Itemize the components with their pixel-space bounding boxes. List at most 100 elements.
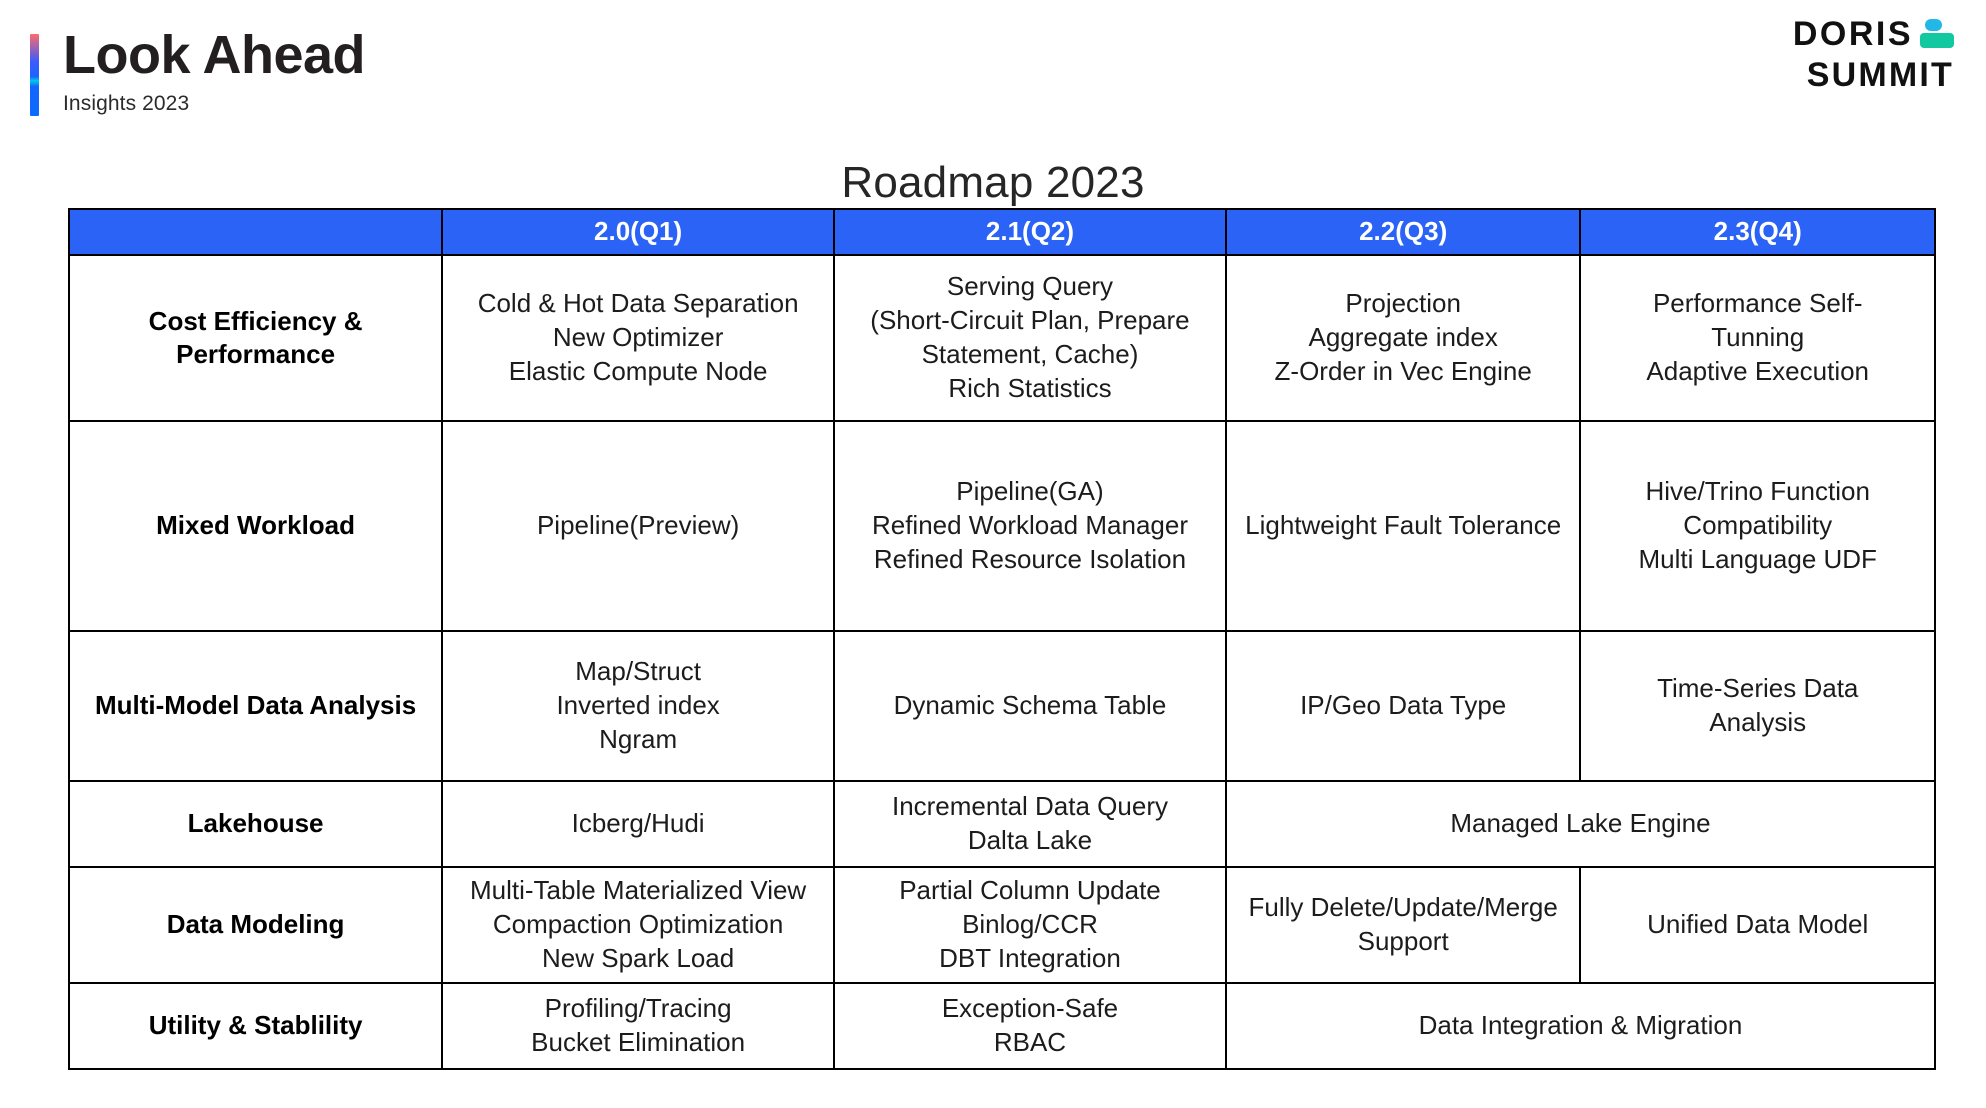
table-row: Data Modeling Multi-Table Materialized V… [67,866,1936,984]
row-label-utility-stability: Utility & Stablility [67,982,444,1070]
cell-lakehouse-q2: Incremental Data Query Dalta Lake [833,780,1227,868]
cell-data-modeling-q2: Partial Column Update Binlog/CCR DBT Integ… [833,866,1227,984]
cell-text-line: Partial Column Update [899,875,1161,906]
cell-text-line: Exception-Safe [941,993,1119,1024]
logo-icon-bottom-shape [1920,33,1954,48]
table-header-q1: 2.0(Q1) [441,208,836,256]
cell-text-line: Cost Efficiency & Performance [148,305,363,369]
roadmap-table-body: Cost Efficiency & Performance Cold & Hot… [67,254,1937,1070]
table-row: Utility & Stablility Profiling/Tracing Bu… [67,982,1937,1070]
cell-text-line: Compatibility [1683,510,1833,541]
title-text-wrap: Look Ahead Insights 2023 [63,25,366,116]
cell-data-modeling-q1: Multi-Table Materialized View Compaction … [441,866,836,984]
cell-text-line: Lightweight Fault Tolerance [1245,510,1562,541]
cell-mixed-workload-q4: Hive/Trino Function Compatibility Multi La… [1579,420,1936,632]
cell-cost-efficiency-q1: Cold & Hot Data Separation New Optimizer E… [441,254,836,422]
logo-top-row: DORIS [1793,17,1954,51]
cell-text-line: Support [1357,926,1449,956]
cell-mixed-workload-q2: Pipeline(GA) Refined Workload Manager Refi… [833,420,1227,632]
cell-multi-model-q4: Time-Series Data Analysis [1579,630,1936,782]
slide-header: Look Ahead Insights 2023 DORIS SUMMIT [0,0,1986,140]
cell-cost-efficiency-q4: Performance Self- Tunning Adaptive Executi… [1579,254,1936,422]
table-header-q2: 2.1(Q2) [833,208,1227,256]
cell-text-line: Map/Struct [575,656,701,687]
cell-utility-q1: Profiling/Tracing Bucket Elimination [441,982,836,1070]
row-label-data-modeling: Data Modeling [67,866,444,984]
cell-text-line: Refined Resource Isolation [873,543,1187,574]
cell-text-line: (Short-Circuit Plan, Prepare [870,305,1190,336]
cell-text-line: Aggregate index [1308,322,1498,353]
cell-text-line: Fully Delete/Update/Merge [1248,892,1558,923]
cell-text-line: New Optimizer [552,322,724,353]
cell-text-line: Unified Data Model [1647,909,1869,940]
roadmap-table-container: 2.0(Q1) 2.1(Q2) 2.2(Q3) 2.3(Q4) Cost Eff… [67,208,1937,1070]
cell-text-line: IP/Geo Data Type [1300,690,1507,721]
cell-text-line: Pipeline(Preview) [536,510,740,541]
table-row: Cost Efficiency & Performance Cold & Hot… [67,254,1936,422]
cell-multi-model-q2: Dynamic Schema Table [833,630,1227,782]
cell-text-line: Lakehouse [187,808,324,839]
cell-text-line: New Spark Load [542,942,735,973]
table-header-corner [67,208,444,256]
cell-text-line: Profiling/Tracing [544,993,732,1024]
doris-summit-logo: DORIS SUMMIT [1793,17,1954,92]
cell-text-line: Adaptive Execution [1646,355,1870,386]
cell-text-line: Utility & Stablility [148,1010,363,1041]
cell-text-line: DBT Integration [939,942,1121,973]
cell-text-line: Managed Lake Engine [1450,808,1711,839]
roadmap-table-head: 2.0(Q1) 2.1(Q2) 2.2(Q3) 2.3(Q4) [67,208,1936,256]
cell-data-modeling-q4: Unified Data Model [1579,866,1936,984]
cell-text-line: Refined Workload Manager [871,510,1188,541]
cell-text-line: Multi Language UDF [1638,543,1877,574]
accent-bar-decoration [30,34,39,116]
table-header-q4: 2.3(Q4) [1579,208,1936,256]
cell-utility-q2: Exception-Safe RBAC [833,982,1227,1070]
cell-text-line: Multi-Table Materialized View [470,875,807,906]
row-label-lakehouse: Lakehouse [67,780,444,868]
row-label-multi-model-data-analysis: Multi-Model Data Analysis [67,630,444,782]
cell-text-line: Rich Statistics [948,372,1112,403]
cell-text-line: Inverted index [556,690,720,721]
cell-text-line: Dynamic Schema Table [893,690,1167,721]
page-title: Look Ahead [63,25,366,85]
cell-text-line: Binlog/CCR [962,909,1098,940]
cell-lakehouse-q1: Icberg/Hudi [441,780,836,868]
logo-wordmark-doris: DORIS [1792,15,1913,53]
cell-cost-efficiency-q2: Serving Query (Short-Circuit Plan, Prepar… [833,254,1227,422]
cell-data-modeling-q3: Fully Delete/Update/Merge Support [1224,866,1582,984]
cell-mixed-workload-q3: Lightweight Fault Tolerance [1224,420,1582,632]
cell-text-line: Z-Order in Vec Engine [1274,355,1532,386]
cell-text-line: Serving Query [946,271,1114,302]
table-header-row: 2.0(Q1) 2.1(Q2) 2.2(Q3) 2.3(Q4) [67,208,1936,256]
table-row: Multi-Model Data Analysis Map/Struct Inve… [67,630,1936,782]
cell-text-line: Hive/Trino Function [1645,476,1870,507]
cell-text-line: Time-Series Data [1657,673,1859,704]
roadmap-table: 2.0(Q1) 2.1(Q2) 2.2(Q3) 2.3(Q4) Cost Eff… [67,208,1937,1070]
cell-text-line: Dalta Lake [967,825,1093,855]
cell-text-line: Bucket Elimination [531,1027,746,1057]
cell-text-line: Elastic Compute Node [508,355,768,386]
page-subtitle: Insights 2023 [63,92,190,116]
roadmap-heading: Roadmap 2023 [841,158,1145,207]
cell-multi-model-q3: IP/Geo Data Type [1224,630,1582,782]
table-row: Mixed Workload Pipeline(Preview) Pipelin… [67,420,1936,632]
cell-text-line: Statement, Cache) [921,339,1139,369]
cell-text-line: Pipeline(GA) [956,476,1104,507]
logo-wordmark-summit: SUMMIT [1806,56,1954,94]
doris-summit-logo-icon [1920,17,1954,51]
cell-text-line: Icberg/Hudi [571,808,705,839]
cell-text-line: Data Integration & Migration [1418,1010,1743,1041]
cell-utility-q3-q4-merged: Data Integration & Migration [1224,982,1937,1070]
cell-mixed-workload-q1: Pipeline(Preview) [441,420,836,632]
cell-text-line: Compaction Optimization [492,909,784,940]
cell-text-line: Projection [1345,288,1461,319]
cell-text-line: Cold & Hot Data Separation [477,288,799,319]
table-row: Lakehouse Icberg/Hudi Incremental Data Q… [67,780,1937,868]
cell-lakehouse-q3-q4-merged: Managed Lake Engine [1224,780,1937,868]
cell-text-line: RBAC [993,1027,1067,1057]
logo-icon-top-shape [1925,19,1942,31]
table-header-q3: 2.2(Q3) [1224,208,1582,256]
row-label-cost-efficiency-performance: Cost Efficiency & Performance [67,254,444,422]
cell-text-line: Incremental Data Query [891,791,1168,822]
cell-text-line: Performance Self- [1652,288,1863,319]
